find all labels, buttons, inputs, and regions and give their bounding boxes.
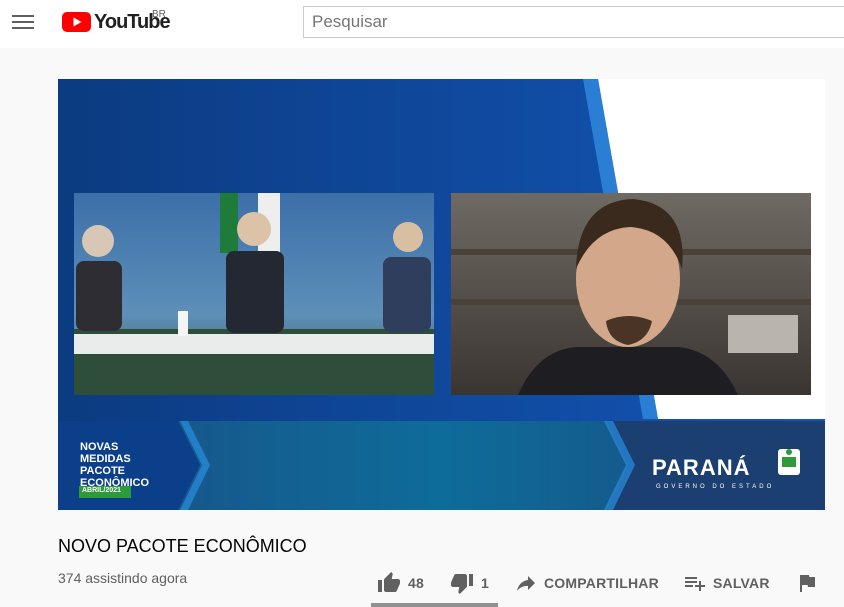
share-button[interactable]: COMPARTILHAR [514,568,659,598]
viewer-count: 374 assistindo agora [58,570,188,586]
save-label: SALVAR [713,575,770,591]
sentiment-bar [371,603,498,607]
search-input[interactable] [303,6,844,38]
share-label: COMPARTILHAR [544,575,659,591]
banner-line: MEDIDAS [80,453,131,465]
like-button[interactable]: 48 [376,568,424,598]
video-player[interactable]: NOVAS MEDIDAS PACOTE ECONÔMICO ABRIL/202… [58,79,825,510]
save-button[interactable]: SALVAR [683,568,770,598]
thumbs-down-icon [451,574,473,594]
share-arrow-icon [517,576,535,591]
brand-subtitle: GOVERNO DO ESTADO [656,484,775,490]
region-code: BR [152,9,166,20]
video-title: NOVO PACOTE ECONÔMICO [58,536,307,556]
like-count: 48 [408,575,424,591]
youtube-logo[interactable]: YouTube BR [62,9,171,34]
playlist-add-icon [685,577,705,591]
banner-line: PACOTE [80,465,126,477]
dislike-count: 1 [481,575,489,591]
thumbs-up-icon [378,572,400,592]
masthead: YouTube BR [0,0,844,48]
dislike-button[interactable]: 1 [449,568,489,598]
banner-date: ABRIL/2021 [82,487,121,494]
brand-name: PARANÁ [652,455,751,480]
video-frame [58,79,825,510]
menu-icon[interactable] [12,13,34,31]
flag-icon [800,575,815,592]
banner-headline: NOVAS MEDIDAS PACOTE ECONÔMICO [80,441,149,489]
banner-line: NOVAS [80,441,119,453]
youtube-play-icon [62,12,91,32]
report-button[interactable] [795,568,819,598]
